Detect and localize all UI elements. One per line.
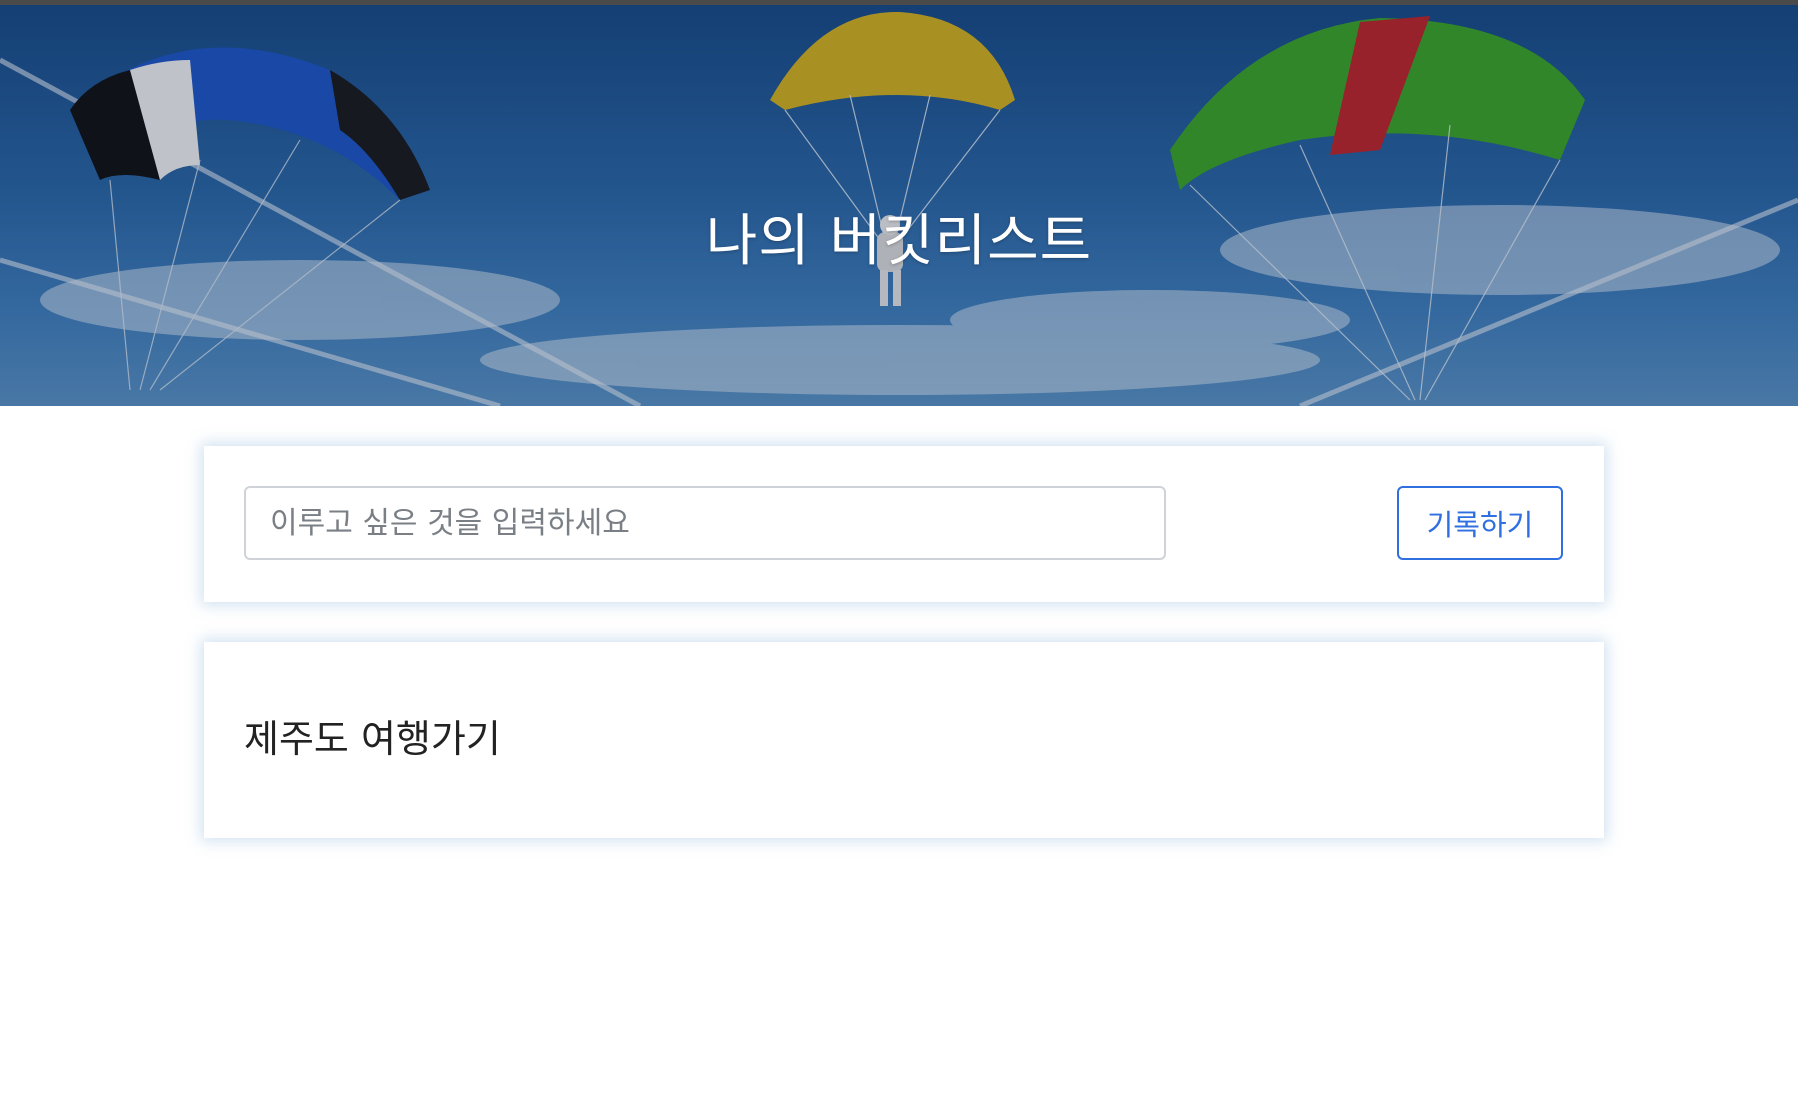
- record-button[interactable]: 기록하기: [1397, 486, 1563, 560]
- window-top-border: [0, 0, 1798, 5]
- bucket-form-card: 기록하기: [204, 446, 1604, 602]
- page-title: 나의 버킷리스트: [705, 208, 1093, 274]
- bucket-list-card: 제주도 여행가기: [204, 642, 1604, 838]
- bucket-input[interactable]: [244, 486, 1166, 560]
- bucket-list-item: 제주도 여행가기: [244, 717, 501, 761]
- hero-banner: 나의 버킷리스트: [0, 0, 1798, 406]
